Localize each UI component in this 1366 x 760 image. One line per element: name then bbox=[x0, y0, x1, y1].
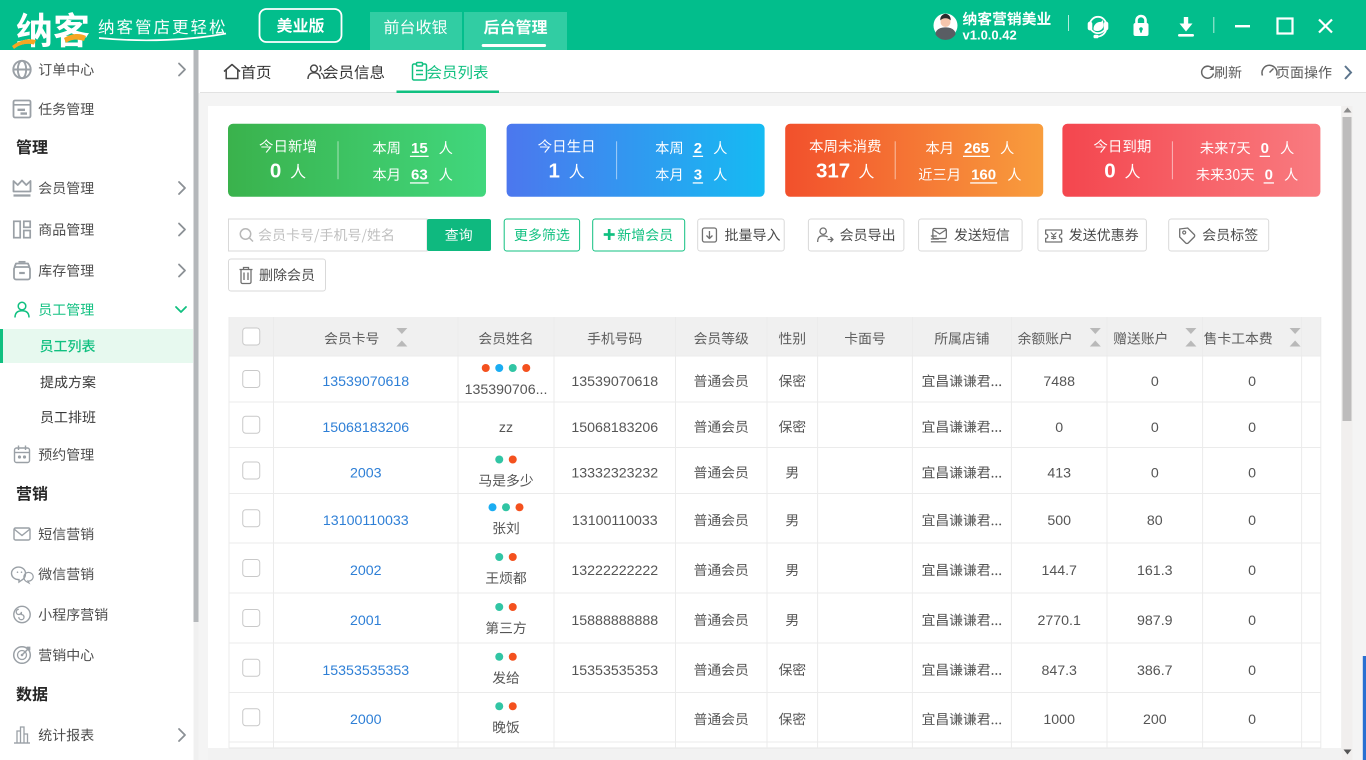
svg-text:161.3: 161.3 bbox=[1137, 563, 1173, 579]
svg-text:15: 15 bbox=[411, 140, 428, 157]
svg-text:0: 0 bbox=[1151, 374, 1159, 390]
svg-text:0: 0 bbox=[1248, 712, 1256, 728]
svg-text:13539070618: 13539070618 bbox=[571, 374, 658, 390]
svg-text:2003: 2003 bbox=[350, 466, 382, 482]
svg-text:15888888888: 15888888888 bbox=[571, 613, 658, 629]
svg-text:0: 0 bbox=[1248, 513, 1256, 529]
svg-text:15353535353: 15353535353 bbox=[322, 663, 409, 679]
svg-text:v1.0.0.42: v1.0.0.42 bbox=[963, 28, 1017, 43]
svg-text:317: 317 bbox=[816, 160, 850, 183]
svg-text:15068183206: 15068183206 bbox=[571, 420, 658, 436]
svg-text:0: 0 bbox=[1248, 563, 1256, 579]
svg-text:0: 0 bbox=[1265, 167, 1273, 184]
svg-text:1000: 1000 bbox=[1043, 712, 1075, 728]
svg-text:0: 0 bbox=[1261, 140, 1269, 157]
svg-text:2770.1: 2770.1 bbox=[1037, 613, 1081, 629]
svg-text:2000: 2000 bbox=[350, 712, 382, 728]
svg-text:0: 0 bbox=[1151, 466, 1159, 482]
svg-text:0: 0 bbox=[1151, 420, 1159, 436]
svg-text:500: 500 bbox=[1047, 513, 1071, 529]
svg-text:0: 0 bbox=[1248, 663, 1256, 679]
svg-text:847.3: 847.3 bbox=[1041, 663, 1077, 679]
svg-text:13100110033: 13100110033 bbox=[572, 513, 658, 529]
svg-text:386.7: 386.7 bbox=[1137, 663, 1173, 679]
svg-text:0: 0 bbox=[1104, 160, 1115, 183]
svg-text:80: 80 bbox=[1147, 513, 1163, 529]
svg-text:2002: 2002 bbox=[350, 563, 382, 579]
svg-text:3: 3 bbox=[694, 167, 702, 184]
svg-text:135390706...: 135390706... bbox=[465, 382, 548, 398]
svg-text:2001: 2001 bbox=[350, 613, 382, 629]
svg-text:0: 0 bbox=[1055, 420, 1063, 436]
svg-text:987.9: 987.9 bbox=[1137, 613, 1173, 629]
svg-text:zz: zz bbox=[499, 420, 513, 436]
svg-text:0: 0 bbox=[1248, 613, 1256, 629]
svg-text:63: 63 bbox=[411, 167, 428, 184]
svg-text:15353535353: 15353535353 bbox=[571, 663, 658, 679]
svg-text:15068183206: 15068183206 bbox=[322, 420, 409, 436]
svg-text:1: 1 bbox=[549, 160, 560, 183]
svg-text:13222222222: 13222222222 bbox=[571, 563, 658, 579]
svg-text:7488: 7488 bbox=[1043, 374, 1075, 390]
svg-text:265: 265 bbox=[964, 140, 989, 157]
svg-text:13332323232: 13332323232 bbox=[571, 466, 658, 482]
svg-text:0: 0 bbox=[270, 160, 281, 183]
svg-text:413: 413 bbox=[1047, 466, 1071, 482]
svg-text:0: 0 bbox=[1248, 420, 1256, 436]
svg-text:144.7: 144.7 bbox=[1041, 563, 1077, 579]
svg-text:13539070618: 13539070618 bbox=[322, 374, 409, 390]
svg-text:200: 200 bbox=[1143, 712, 1167, 728]
svg-text:0: 0 bbox=[1248, 374, 1256, 390]
svg-text:160: 160 bbox=[971, 167, 996, 184]
svg-text:0: 0 bbox=[1248, 466, 1256, 482]
svg-text:13100110033: 13100110033 bbox=[323, 513, 409, 529]
svg-text:2: 2 bbox=[694, 140, 702, 157]
